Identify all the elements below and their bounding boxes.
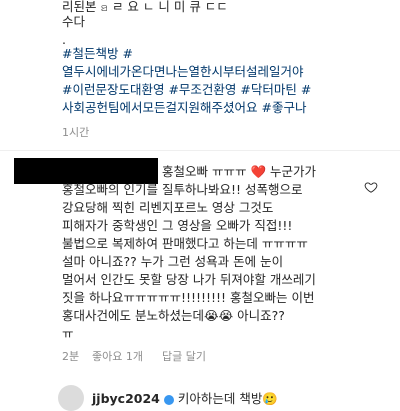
comment-likes-count[interactable]: 좋아요 1개 — [92, 348, 143, 364]
hashtag-line-1[interactable]: #철든책방 # — [62, 46, 133, 62]
avatar[interactable] — [58, 385, 84, 411]
comment-line-10: ㅠ — [62, 326, 74, 341]
comment-line-1: 홍철오빠 ㅠㅠㅠ ❤️ 누군가가 — [162, 164, 316, 179]
hashtag-line-4[interactable]: 사회공헌팀에서모든걸지원해주셨어요 #좋구나 — [62, 100, 306, 116]
comment-line-6: 설마 아니죠?? 누가 그런 성욕과 돈에 눈이 — [62, 254, 284, 269]
verified-badge-icon — [163, 394, 174, 405]
post-caption-partial-line: 리된본 ꤤ ㄹ 요 ㄴ 니 미 큐 ㄷㄷ — [62, 0, 228, 14]
post-timestamp: 1시간 — [62, 126, 90, 139]
comment-line-3: 강요당해 찍힌 리벤지포르노 영상 그것도 — [62, 200, 274, 215]
hashtag-line-3[interactable]: #이런문장도대환영 #무조건환영 #닥터마틴 # — [62, 82, 311, 98]
comment-line-7: 멀어서 인간도 못할 당장 나가 뒤져야할 개쓰레기 — [62, 272, 316, 287]
comment-line-8: 짓을 하나요ㅠㅠㅠㅠㅠ!!!!!!!!! 홍철오빠는 이번 — [62, 290, 315, 305]
reply-button[interactable]: 답글 달기 — [162, 348, 206, 364]
comment-line-9: 홍대사건에도 분노하셨는데😭😭 아니죠?? — [62, 308, 285, 323]
comment-line-2: 홍철오빠의 인기를 질투하나봐요!! 성폭행으로 — [62, 182, 303, 197]
comment-timestamp: 2분 — [62, 350, 80, 363]
post-caption-line: 수다 — [62, 14, 86, 29]
heart-outline-icon[interactable] — [364, 180, 378, 194]
next-comment-username[interactable]: jjbyc2024 — [92, 391, 160, 406]
next-comment-text: 키아하는데 책방🥲 — [177, 391, 278, 406]
section-divider — [0, 150, 400, 151]
hashtag-line-2[interactable]: 열두시에네가온다면나는열한시부터설레일거야 — [62, 64, 304, 80]
comment-line-5: 불법으로 복제하여 판매했다고 하는데 ㅠㅠㅠㅠ — [62, 236, 308, 251]
comment-line-4: 피해자가 중학생인 그 영상을 오빠가 직접!!! — [62, 218, 293, 233]
